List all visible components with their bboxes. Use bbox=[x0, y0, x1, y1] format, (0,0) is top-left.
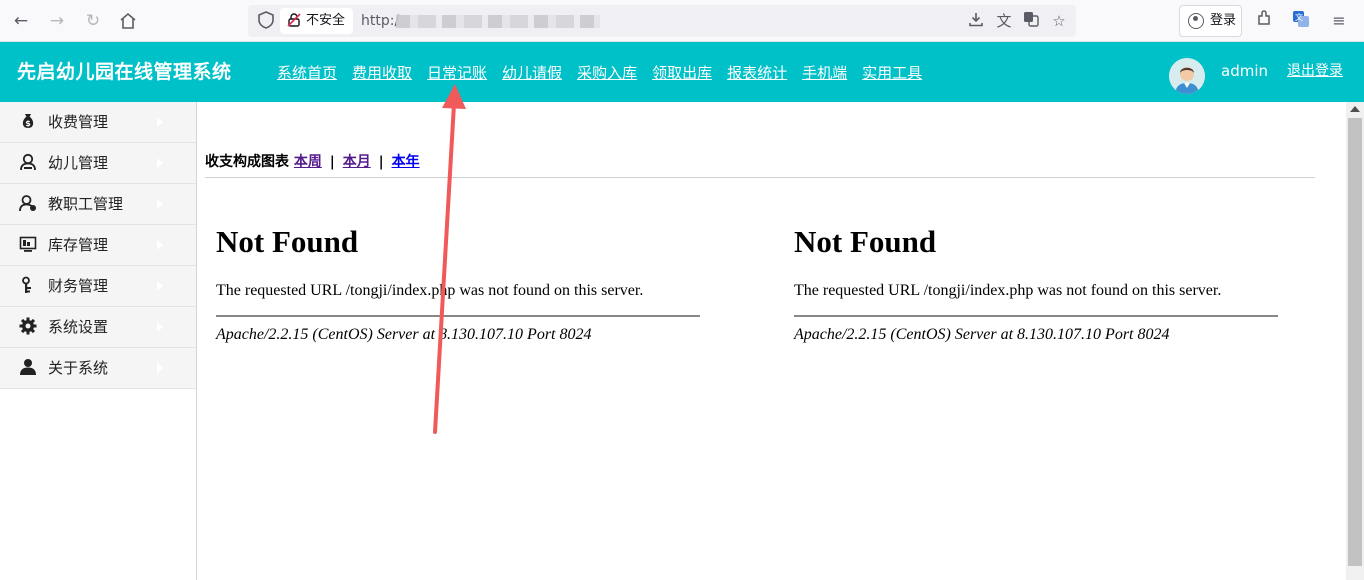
error-heading: Not Found bbox=[216, 224, 359, 259]
sidebar-item-label: 收费管理 bbox=[48, 113, 109, 131]
scroll-up-icon[interactable] bbox=[1350, 106, 1360, 112]
nav-daily-accounting[interactable]: 日常记账 bbox=[427, 42, 487, 102]
chevron-right-icon bbox=[157, 199, 163, 209]
divider bbox=[794, 315, 1278, 317]
error-panel-right: Not Found The requested URL /tongji/inde… bbox=[794, 222, 1278, 344]
nav-tools[interactable]: 实用工具 bbox=[862, 42, 922, 102]
period-week-link[interactable]: 本周 bbox=[294, 154, 322, 170]
sidebar-item-children[interactable]: 幼儿管理 bbox=[0, 143, 196, 184]
bookmark-star-icon[interactable]: ☆ bbox=[1049, 11, 1069, 31]
insecure-connection-indicator[interactable]: 不安全 bbox=[280, 8, 354, 34]
chevron-right-icon bbox=[157, 322, 163, 332]
error-message: The requested URL /tongji/index.php was … bbox=[216, 282, 644, 299]
error-heading: Not Found bbox=[794, 224, 937, 259]
nav-home[interactable]: 系统首页 bbox=[277, 42, 337, 102]
error-message: The requested URL /tongji/index.php was … bbox=[794, 282, 1222, 299]
nav-purchase-stock-in[interactable]: 采购入库 bbox=[577, 42, 637, 102]
username: admin bbox=[1221, 62, 1268, 80]
sidebar-item-settings[interactable]: 系统设置 bbox=[0, 307, 196, 348]
broken-lock-icon bbox=[287, 13, 301, 27]
sidebar-item-finance[interactable]: 财务管理 bbox=[0, 266, 196, 307]
sidebar-item-label: 幼儿管理 bbox=[48, 154, 109, 172]
period-year-link[interactable]: 本年 bbox=[392, 154, 420, 170]
divider bbox=[205, 177, 1315, 178]
user-icon bbox=[18, 358, 38, 378]
chevron-right-icon bbox=[157, 240, 163, 250]
period-month-link[interactable]: 本月 bbox=[343, 154, 371, 170]
browser-toolbar: ← → ↻ 不安全 http:/ 文 ☆ 登录 文 ≡ bbox=[0, 0, 1364, 42]
nav-reports[interactable]: 报表统计 bbox=[727, 42, 787, 102]
sidebar-item-label: 教职工管理 bbox=[48, 195, 124, 213]
sidebar-item-staff[interactable]: 教职工管理 bbox=[0, 184, 196, 225]
menu-icon[interactable]: ≡ bbox=[1328, 10, 1350, 32]
translator-extension-icon[interactable]: 文 bbox=[1290, 10, 1312, 32]
sidebar-item-label: 关于系统 bbox=[48, 359, 109, 377]
translate-icon[interactable]: 文 bbox=[994, 11, 1014, 31]
shield-icon[interactable] bbox=[256, 11, 276, 31]
inventory-icon bbox=[18, 235, 38, 255]
sidebar-item-label: 系统设置 bbox=[48, 318, 109, 336]
scrollbar-thumb[interactable] bbox=[1348, 118, 1362, 566]
sidebar-item-about[interactable]: 关于系统 bbox=[0, 348, 196, 389]
server-signature: Apache/2.2.15 (CentOS) Server at 8.130.1… bbox=[216, 326, 592, 343]
insecure-label: 不安全 bbox=[306, 13, 346, 28]
account-login-button[interactable]: 登录 bbox=[1179, 5, 1242, 37]
avatar[interactable] bbox=[1169, 58, 1205, 94]
app-header: 先启幼儿园在线管理系统 系统首页 费用收取 日常记账 幼儿请假 采购入库 领取出… bbox=[0, 42, 1364, 102]
chart-period-bar: 收支构成图表 本周 | 本月 | 本年 bbox=[205, 151, 420, 171]
top-nav: 系统首页 费用收取 日常记账 幼儿请假 采购入库 领取出库 报表统计 手机端 实… bbox=[277, 42, 937, 102]
svg-text:$: $ bbox=[25, 119, 31, 128]
sidebar: $ 收费管理 幼儿管理 教职工管理 库存管理 财务管理 系统设置 关于系统 bbox=[0, 102, 197, 580]
money-bag-icon: $ bbox=[18, 112, 38, 132]
reload-icon[interactable]: ↻ bbox=[82, 10, 104, 32]
sidebar-item-label: 库存管理 bbox=[48, 236, 109, 254]
url-text: http:/ bbox=[361, 13, 400, 29]
main-content: 收支构成图表 本周 | 本月 | 本年 Not Found The reques… bbox=[198, 102, 1346, 580]
separator: | bbox=[329, 154, 335, 170]
app-title: 先启幼儿园在线管理系统 bbox=[17, 61, 232, 83]
finance-icon bbox=[18, 276, 38, 296]
reader-translate-icon[interactable] bbox=[1021, 11, 1041, 31]
chevron-right-icon bbox=[157, 158, 163, 168]
vertical-scrollbar[interactable] bbox=[1346, 102, 1364, 580]
sidebar-item-inventory[interactable]: 库存管理 bbox=[0, 225, 196, 266]
child-icon bbox=[18, 153, 38, 173]
login-label: 登录 bbox=[1210, 13, 1237, 28]
nav-mobile[interactable]: 手机端 bbox=[802, 42, 847, 102]
staff-icon bbox=[18, 194, 38, 214]
chevron-right-icon bbox=[157, 363, 163, 373]
error-panel-left: Not Found The requested URL /tongji/inde… bbox=[216, 222, 700, 344]
address-bar[interactable]: 不安全 http:/ 文 ☆ bbox=[248, 5, 1076, 37]
account-icon bbox=[1188, 13, 1204, 29]
divider bbox=[216, 315, 700, 317]
nav-child-leave[interactable]: 幼儿请假 bbox=[502, 42, 562, 102]
logout-link[interactable]: 退出登录 bbox=[1287, 42, 1343, 102]
home-icon[interactable] bbox=[117, 10, 139, 32]
back-icon[interactable]: ← bbox=[10, 10, 32, 32]
svg-text:文: 文 bbox=[1295, 12, 1303, 22]
sidebar-item-label: 财务管理 bbox=[48, 277, 109, 295]
save-page-icon[interactable] bbox=[966, 11, 986, 31]
chevron-right-icon bbox=[157, 117, 163, 127]
server-signature: Apache/2.2.15 (CentOS) Server at 8.130.1… bbox=[794, 326, 1170, 343]
chevron-right-icon bbox=[157, 281, 163, 291]
nav-stock-out[interactable]: 领取出库 bbox=[652, 42, 712, 102]
blurred-url bbox=[396, 15, 600, 28]
chart-title: 收支构成图表 bbox=[205, 154, 289, 170]
forward-icon[interactable]: → bbox=[46, 10, 68, 32]
extensions-icon[interactable] bbox=[1253, 10, 1275, 32]
nav-fee-collection[interactable]: 费用收取 bbox=[352, 42, 412, 102]
separator: | bbox=[378, 154, 384, 170]
gear-icon bbox=[18, 317, 38, 337]
sidebar-item-fees[interactable]: $ 收费管理 bbox=[0, 102, 196, 143]
